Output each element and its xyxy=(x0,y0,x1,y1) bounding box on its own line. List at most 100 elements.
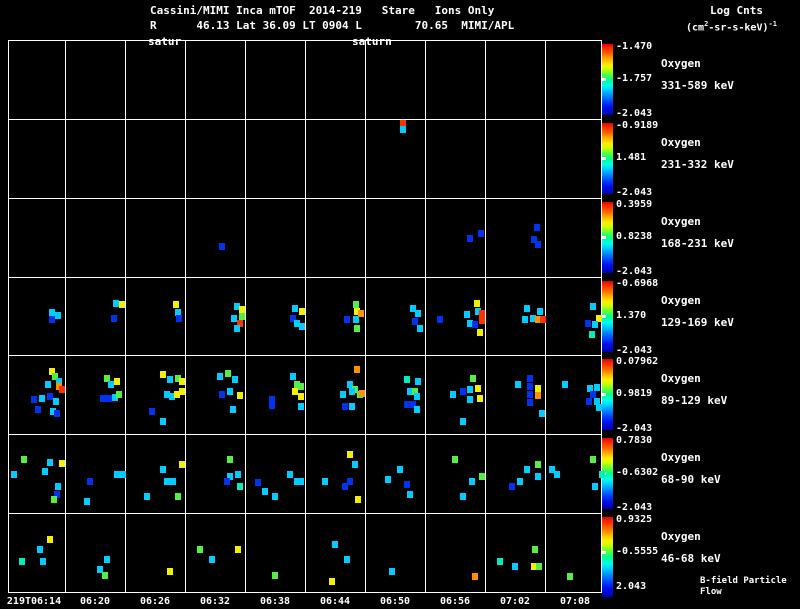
data-point xyxy=(532,546,538,553)
data-point xyxy=(167,376,173,383)
data-point xyxy=(460,388,466,395)
data-point xyxy=(397,466,403,473)
colorbar-top-label: -0.6968 xyxy=(616,278,659,289)
data-point xyxy=(460,418,466,425)
colorbar-mid-tick xyxy=(602,551,606,554)
data-point xyxy=(527,399,533,406)
colorbar-top-label: 0.07962 xyxy=(616,356,659,367)
data-point xyxy=(55,483,61,490)
data-point xyxy=(299,323,305,330)
grid-line-horizontal xyxy=(9,277,601,278)
colorbar-top-label: -1.470 xyxy=(616,41,653,52)
data-point xyxy=(414,393,420,400)
data-point xyxy=(354,325,360,332)
data-point xyxy=(417,325,423,332)
data-point xyxy=(404,376,410,383)
data-point xyxy=(224,478,230,485)
colorbar-mid-label: -1.757 xyxy=(616,73,653,84)
data-point xyxy=(290,373,296,380)
colorbar-mid-label: 0.8238 xyxy=(616,231,653,242)
grid-line-horizontal xyxy=(9,119,601,120)
data-point xyxy=(39,395,45,402)
data-point xyxy=(54,410,60,417)
data-point xyxy=(536,563,542,570)
species-label: Oxygen xyxy=(661,57,701,70)
data-point xyxy=(170,478,176,485)
data-point xyxy=(217,373,223,380)
grid-line-vertical xyxy=(425,41,426,592)
data-point xyxy=(537,308,543,315)
data-point xyxy=(255,479,261,486)
grid-line-horizontal xyxy=(9,198,601,199)
title-line2: R 46.13 Lat 36.09 LT 0904 L 70.65 MIMI/A… xyxy=(150,19,515,32)
data-point xyxy=(197,546,203,553)
data-point xyxy=(239,313,245,320)
data-point xyxy=(412,318,418,325)
data-point xyxy=(527,391,533,398)
colorbar-mid-label: -0.5555 xyxy=(616,546,659,557)
colorbar-mid-tick xyxy=(602,157,606,160)
data-point xyxy=(450,391,456,398)
energy-range-label: 331-589 keV xyxy=(661,79,734,92)
time-tick-label: 219T06:14 xyxy=(6,596,62,607)
data-point xyxy=(298,478,304,485)
data-point xyxy=(42,468,48,475)
data-point xyxy=(55,312,61,319)
data-point xyxy=(329,578,335,585)
data-point xyxy=(467,386,473,393)
data-point xyxy=(51,496,57,503)
colorbar-mid-tick xyxy=(602,393,606,396)
colorbar-mid-label: -0.6302 xyxy=(616,467,659,478)
colorbar xyxy=(602,517,613,597)
data-point xyxy=(472,573,478,580)
species-label: Oxygen xyxy=(661,136,701,149)
data-point xyxy=(437,316,443,323)
data-point xyxy=(524,466,530,473)
data-point xyxy=(478,230,484,237)
data-point xyxy=(31,396,37,403)
data-point xyxy=(596,404,602,411)
data-point xyxy=(102,572,108,579)
energy-range-label: 168-231 keV xyxy=(661,237,734,250)
data-point xyxy=(472,321,478,328)
data-point xyxy=(347,451,353,458)
data-point xyxy=(592,483,598,490)
grid-line-vertical xyxy=(185,41,186,592)
data-point xyxy=(464,311,470,318)
data-point xyxy=(415,310,421,317)
data-point xyxy=(111,315,117,322)
data-point xyxy=(342,403,348,410)
data-point xyxy=(59,386,65,393)
grid-line-vertical xyxy=(245,41,246,592)
data-point xyxy=(219,391,225,398)
data-point xyxy=(116,391,122,398)
data-point xyxy=(515,381,521,388)
data-point xyxy=(497,558,503,565)
data-point xyxy=(144,493,150,500)
colorbar-bottom-label: -2.043 xyxy=(616,187,653,198)
data-point xyxy=(298,383,304,390)
species-label: Oxygen xyxy=(661,530,701,543)
data-point xyxy=(344,556,350,563)
grid-line-vertical xyxy=(65,41,66,592)
bfield-particle-flow-label: B-field Particle Flow xyxy=(700,576,787,597)
data-point xyxy=(179,388,185,395)
data-point xyxy=(35,406,41,413)
plot-border-bottom xyxy=(8,592,602,593)
data-point xyxy=(225,370,231,377)
data-point xyxy=(599,471,605,478)
data-point xyxy=(176,315,182,322)
data-point xyxy=(349,403,355,410)
data-point xyxy=(469,478,475,485)
time-tick-label: 07:08 xyxy=(559,596,591,607)
data-point xyxy=(479,310,485,317)
data-point xyxy=(47,536,53,543)
data-point xyxy=(347,478,353,485)
colorbar-bottom-label: 2.043 xyxy=(616,581,647,592)
data-point xyxy=(173,301,179,308)
data-point xyxy=(407,491,413,498)
colorbar-mid-label: 1.370 xyxy=(616,310,647,321)
data-point xyxy=(353,316,359,323)
data-point xyxy=(517,478,523,485)
data-point xyxy=(460,493,466,500)
